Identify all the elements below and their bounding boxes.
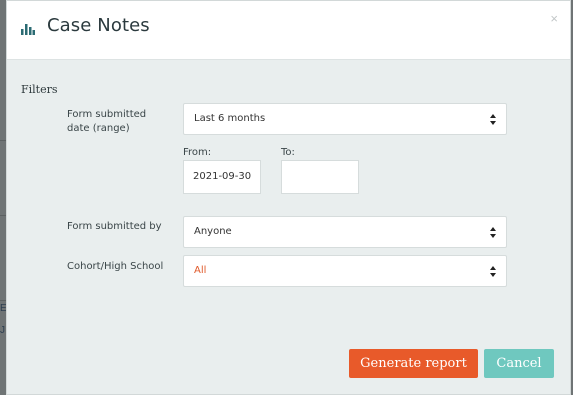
date-range-select[interactable]: Last 6 months bbox=[183, 103, 507, 135]
from-date-input[interactable]: 2021-09-30 bbox=[183, 160, 261, 194]
cohort-label: Cohort/High School bbox=[67, 261, 164, 272]
date-range-value: Last 6 months bbox=[194, 113, 266, 124]
cohort-select[interactable]: All bbox=[183, 255, 507, 287]
filters-heading: Filters bbox=[21, 83, 58, 96]
to-label: To: bbox=[281, 147, 295, 158]
cancel-button[interactable]: Cancel bbox=[484, 349, 554, 378]
select-arrows-icon bbox=[490, 114, 497, 125]
cohort-value: All bbox=[194, 265, 207, 276]
case-notes-dialog: Case Notes × Filters Form submitted date… bbox=[6, 0, 571, 395]
bar-chart-icon bbox=[21, 24, 35, 35]
to-date-input[interactable] bbox=[281, 160, 359, 194]
date-range-label-line1: Form submitted bbox=[67, 109, 147, 120]
submitted-by-select[interactable]: Anyone bbox=[183, 216, 507, 248]
from-label: From: bbox=[183, 147, 212, 158]
dialog-title: Case Notes bbox=[47, 15, 150, 36]
date-range-label: Form submitted date (range) bbox=[67, 108, 146, 136]
close-icon[interactable]: × bbox=[550, 11, 558, 26]
submitted-by-value: Anyone bbox=[194, 226, 232, 237]
dialog-header: Case Notes × bbox=[7, 1, 570, 60]
background-text-fragment: J bbox=[0, 325, 5, 336]
submitted-by-label: Form submitted by bbox=[67, 221, 162, 232]
select-arrows-icon bbox=[490, 227, 497, 238]
select-arrows-icon bbox=[490, 266, 497, 277]
generate-report-button[interactable]: Generate report bbox=[349, 349, 478, 378]
date-range-label-line2: date (range) bbox=[67, 123, 130, 134]
